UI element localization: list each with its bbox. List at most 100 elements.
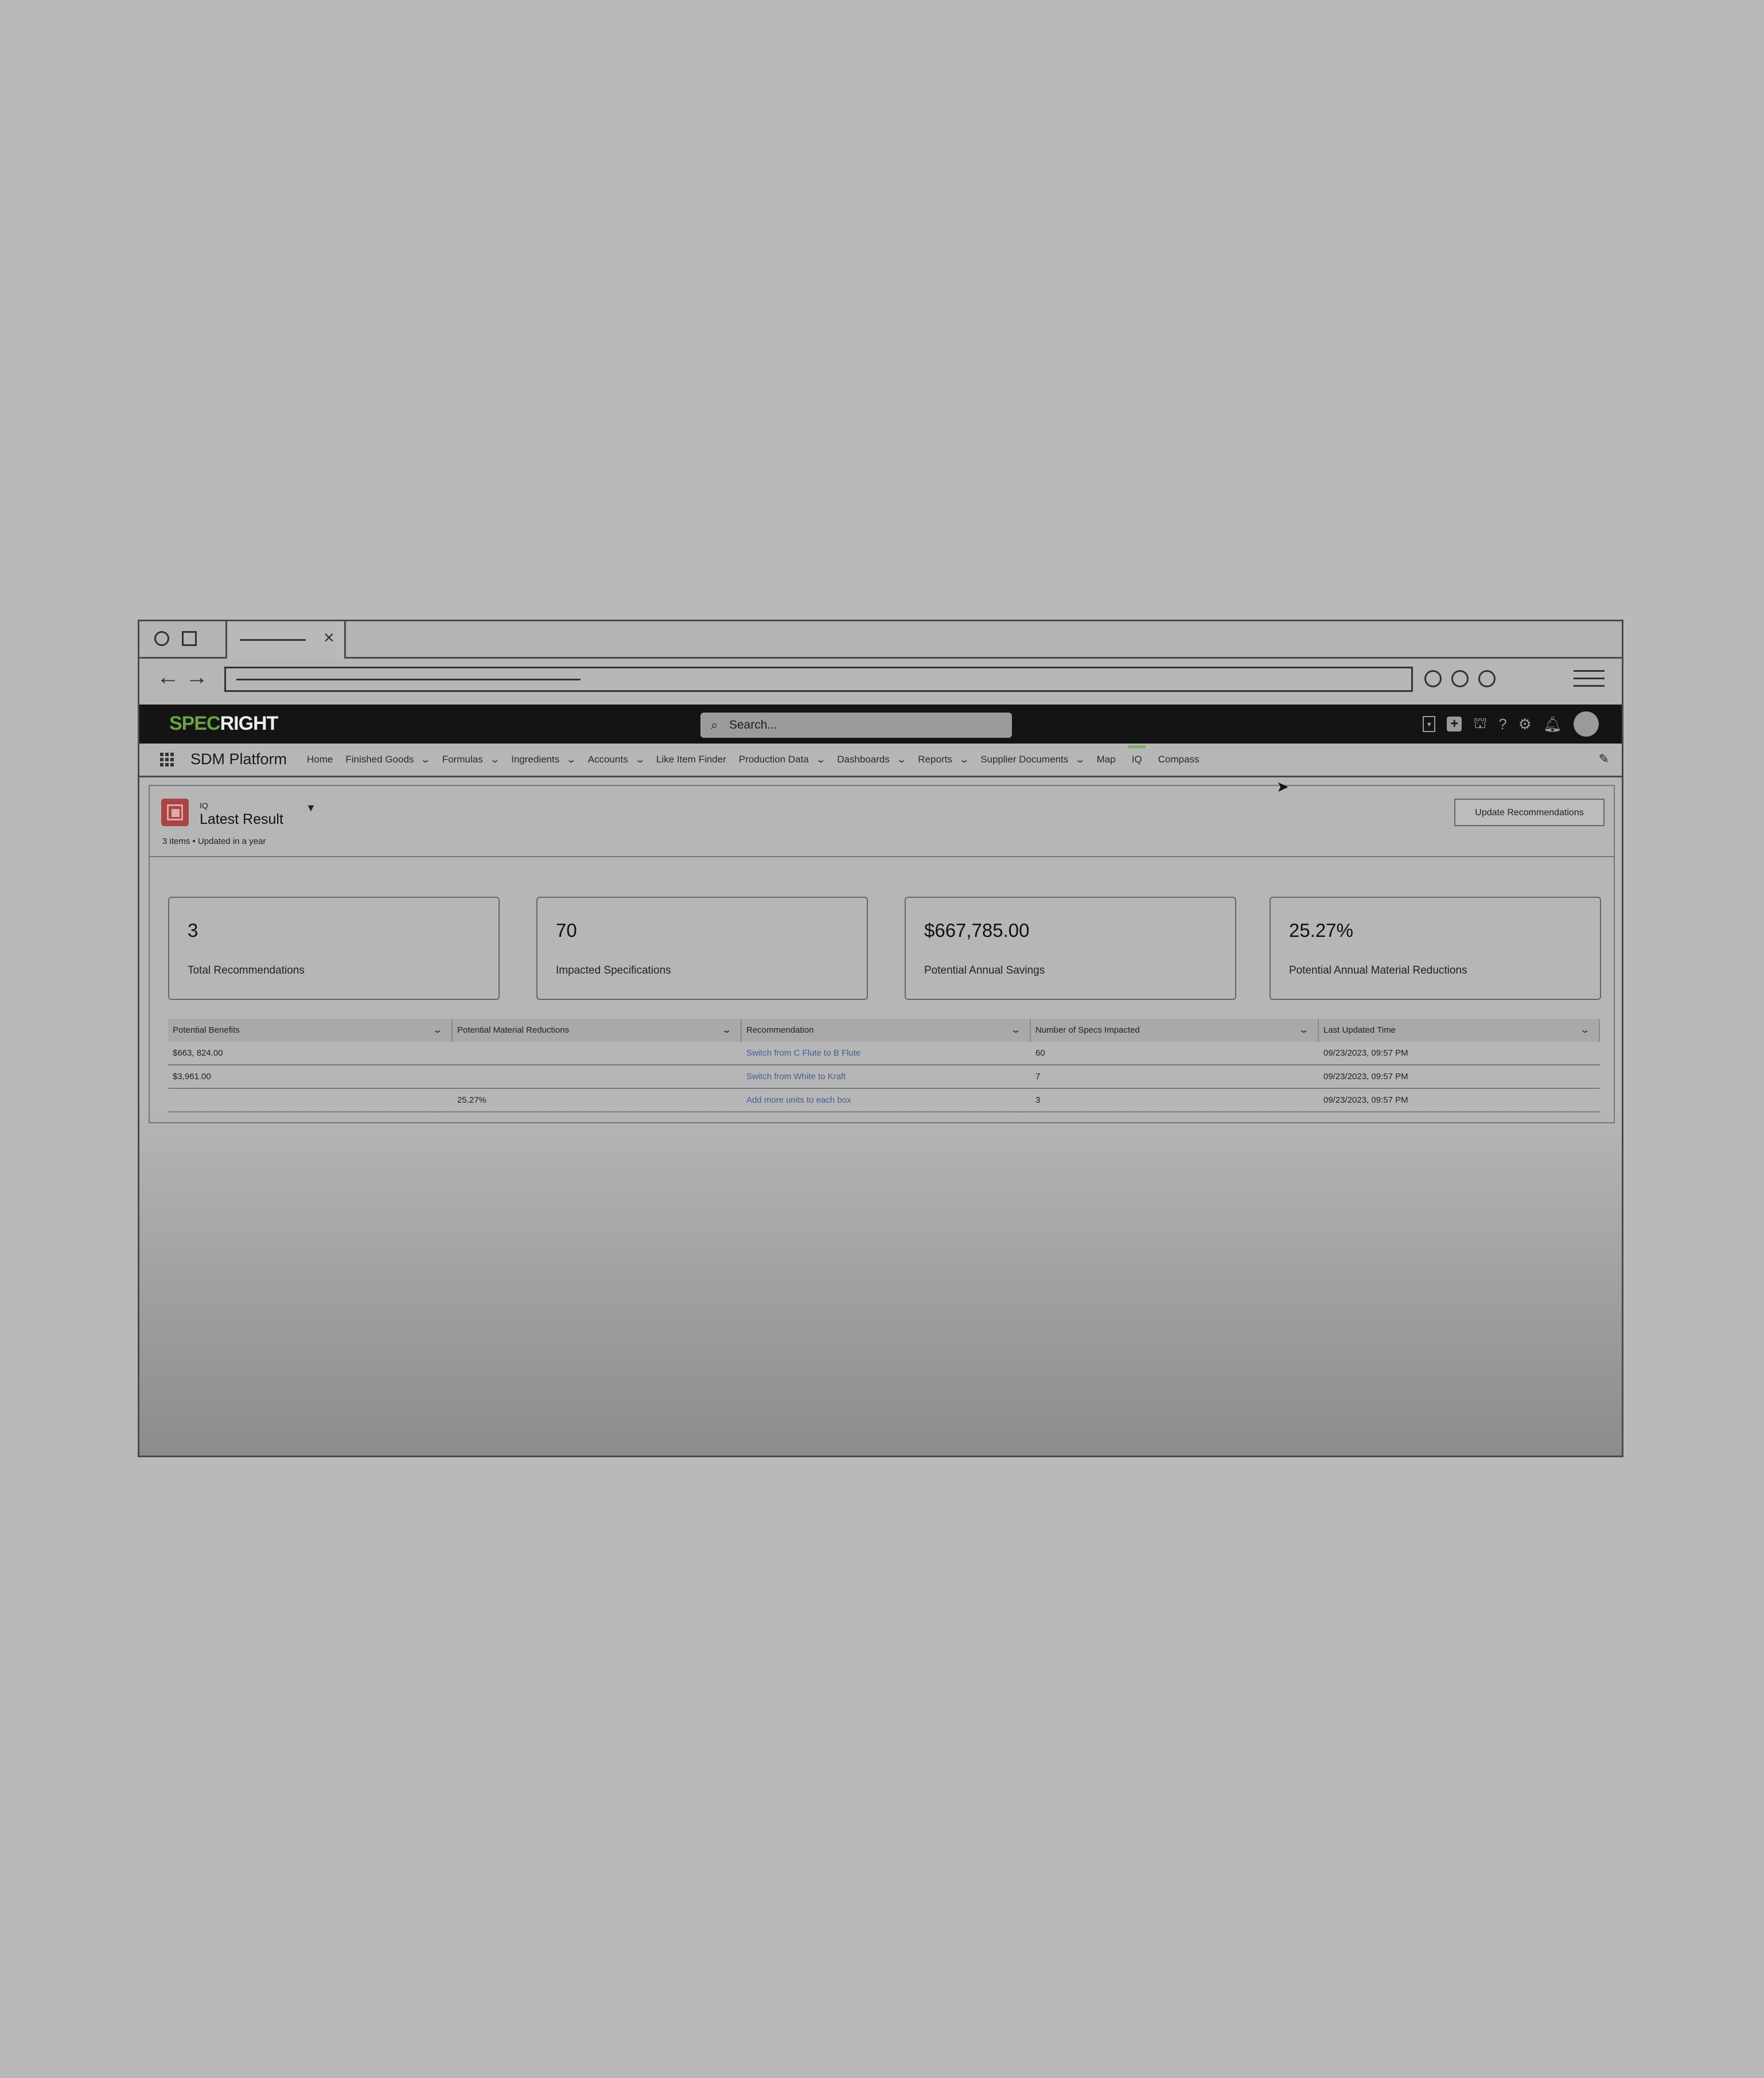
header-utility-icons: ▾ + ⛫ ? ⚙ 🔔︎ xyxy=(1423,711,1599,737)
column-header[interactable]: Last Updated Time ⌄ xyxy=(1319,1019,1600,1042)
nav-item-label: Ingredients xyxy=(511,754,560,765)
chevron-down-icon[interactable]: ⌄ xyxy=(896,754,907,765)
chevron-down-icon[interactable]: ⌄ xyxy=(432,1019,443,1042)
favorites-icon[interactable]: ▾ xyxy=(1423,716,1436,732)
window-controls xyxy=(139,621,225,657)
chevron-down-icon[interactable]: ⌄ xyxy=(1075,754,1086,765)
notifications-bell-icon[interactable]: 🔔︎ xyxy=(1543,715,1562,733)
app-launcher-grid-icon[interactable] xyxy=(160,753,174,766)
chevron-down-icon[interactable]: ⌄ xyxy=(1579,1019,1590,1042)
nav-item-compass[interactable]: Compass xyxy=(1158,754,1200,765)
nav-items: Home Finished Goods ⌄ Formulas ⌄ Ingredients ⌄… xyxy=(307,744,1212,776)
search-icon: ⌕ xyxy=(711,718,718,732)
chevron-down-icon[interactable]: ⌄ xyxy=(1298,1019,1309,1042)
table-cell: 3 xyxy=(1035,1095,1041,1105)
card-value: 3 xyxy=(188,920,198,941)
app-name: SDM Platform xyxy=(190,750,287,768)
nav-item-accounts[interactable]: Accounts ⌄ xyxy=(588,754,645,765)
table-cell xyxy=(453,1065,742,1088)
table-cell: 09/23/2023, 09:57 PM xyxy=(1323,1095,1408,1105)
table-cell: 7 xyxy=(1035,1072,1041,1081)
nav-item-label: Compass xyxy=(1158,754,1200,765)
nav-item-like-item-finder[interactable]: Like Item Finder xyxy=(656,754,726,765)
update-recommendations-button[interactable]: Update Recommendations xyxy=(1454,799,1605,826)
column-header-label: Number of Specs Impacted xyxy=(1035,1025,1140,1035)
column-header[interactable]: Number of Specs Impacted ⌄ xyxy=(1031,1019,1319,1042)
help-icon[interactable]: ? xyxy=(1498,715,1506,733)
window-maximize-control[interactable] xyxy=(182,631,197,646)
nav-item-label: Dashboards xyxy=(837,754,890,765)
back-arrow-icon[interactable]: ← xyxy=(157,666,180,688)
nav-item-map[interactable]: Map xyxy=(1097,754,1116,765)
column-header[interactable]: Recommendation ⌄ xyxy=(742,1019,1031,1042)
table-row: $663, 824.00 Switch from C Flute to B Flu… xyxy=(168,1042,1600,1065)
iq-object-icon xyxy=(161,799,189,826)
global-actions-plus-icon[interactable]: + xyxy=(1447,717,1462,731)
nav-item-home[interactable]: Home xyxy=(307,754,333,765)
global-search-input[interactable]: ⌕ Search... xyxy=(700,713,1012,738)
title-bar: × xyxy=(139,621,1622,659)
card-value: $667,785.00 xyxy=(924,920,1030,941)
nav-item-formulas[interactable]: Formulas ⌄ xyxy=(442,754,500,765)
summary-card: 25.27% Potential Annual Material Reducti… xyxy=(1270,897,1601,1000)
card-value: 70 xyxy=(556,920,577,941)
recommendation-link[interactable]: Add more units to each box xyxy=(742,1089,1031,1111)
app-nav-bar: SDM Platform Home Finished Goods ⌄ Formulas… xyxy=(139,744,1622,777)
chevron-down-icon[interactable]: ⌄ xyxy=(1010,1019,1021,1042)
table-cell xyxy=(168,1089,453,1111)
panel-title: Latest Result xyxy=(200,811,283,827)
nav-item-label: Supplier Documents xyxy=(980,754,1069,765)
url-input[interactable] xyxy=(224,667,1413,692)
nav-item-ingredients[interactable]: Ingredients ⌄ xyxy=(511,754,577,765)
nav-item-dashboards[interactable]: Dashboards ⌄ xyxy=(837,754,907,765)
chevron-down-icon[interactable]: ⌄ xyxy=(566,754,577,765)
table-header-row: Potential Benefits ⌄ Potential Material Re… xyxy=(168,1019,1600,1042)
browser-action-icon[interactable] xyxy=(1424,670,1442,687)
logo-text-spec: SPEC xyxy=(169,713,221,734)
chevron-down-icon[interactable]: ⌄ xyxy=(634,754,645,765)
chevron-down-icon[interactable]: ⌄ xyxy=(721,1019,732,1042)
nav-item-production-data[interactable]: Production Data ⌄ xyxy=(738,754,826,765)
search-placeholder: Search... xyxy=(729,718,778,731)
table-body: $663, 824.00 Switch from C Flute to B Flu… xyxy=(168,1042,1600,1112)
table-cell: $663, 824.00 xyxy=(173,1048,223,1058)
column-header[interactable]: Potential Benefits ⌄ xyxy=(168,1019,453,1042)
summary-card: 70 Impacted Specifications xyxy=(536,897,868,1000)
table-cell: 09/23/2023, 09:57 PM xyxy=(1323,1048,1408,1058)
object-label: IQ xyxy=(200,801,208,810)
list-view-dropdown-icon[interactable]: ▼ xyxy=(306,802,316,814)
recommendations-table: Potential Benefits ⌄ Potential Material Re… xyxy=(168,1019,1600,1112)
panel-header: IQ Latest Result ▼ 3 items • Updated in … xyxy=(150,786,1614,857)
chevron-down-icon[interactable]: ⌄ xyxy=(489,754,500,765)
table-row: $3,961.00 Switch from White to Kraft 7 09/2… xyxy=(168,1065,1600,1089)
nav-item-label: Home xyxy=(307,754,333,765)
menu-icon[interactable] xyxy=(1574,670,1605,688)
column-header[interactable]: Potential Material Reductions ⌄ xyxy=(453,1019,742,1042)
nav-item-label: Like Item Finder xyxy=(656,754,726,765)
column-header-label: Recommendation xyxy=(746,1025,814,1035)
user-avatar[interactable] xyxy=(1574,711,1599,737)
table-row: 25.27% Add more units to each box 3 09/23/2… xyxy=(168,1089,1600,1112)
chevron-down-icon[interactable]: ⌄ xyxy=(815,754,826,765)
recommendation-link[interactable]: Switch from White to Kraft xyxy=(742,1065,1031,1088)
nav-item-iq[interactable]: IQ xyxy=(1128,745,1146,765)
settings-gear-icon[interactable]: ⚙ xyxy=(1518,715,1532,733)
chevron-down-icon[interactable]: ⌄ xyxy=(420,754,431,765)
nav-item-supplier-documents[interactable]: Supplier Documents ⌄ xyxy=(980,754,1086,765)
card-label: Impacted Specifications xyxy=(556,964,671,976)
summary-card: 3 Total Recommendations xyxy=(168,897,500,1000)
browser-tab[interactable]: × xyxy=(225,621,346,659)
browser-action-icon[interactable] xyxy=(1478,670,1496,687)
tab-title-placeholder xyxy=(240,639,306,641)
chevron-down-icon[interactable]: ⌄ xyxy=(959,754,969,765)
window-close-control[interactable] xyxy=(154,631,169,646)
nav-item-reports[interactable]: Reports ⌄ xyxy=(918,754,969,765)
edit-nav-pencil-icon[interactable]: ✎ xyxy=(1599,752,1609,766)
nav-item-label: Production Data xyxy=(738,754,809,765)
trailhead-icon[interactable]: ⛫ xyxy=(1473,714,1487,734)
recommendation-link[interactable]: Switch from C Flute to B Flute xyxy=(742,1042,1031,1064)
forward-arrow-icon[interactable]: → xyxy=(185,666,208,688)
browser-action-icon[interactable] xyxy=(1451,670,1469,687)
nav-item-finished-goods[interactable]: Finished Goods ⌄ xyxy=(345,754,431,765)
tab-close-icon[interactable]: × xyxy=(324,628,334,647)
